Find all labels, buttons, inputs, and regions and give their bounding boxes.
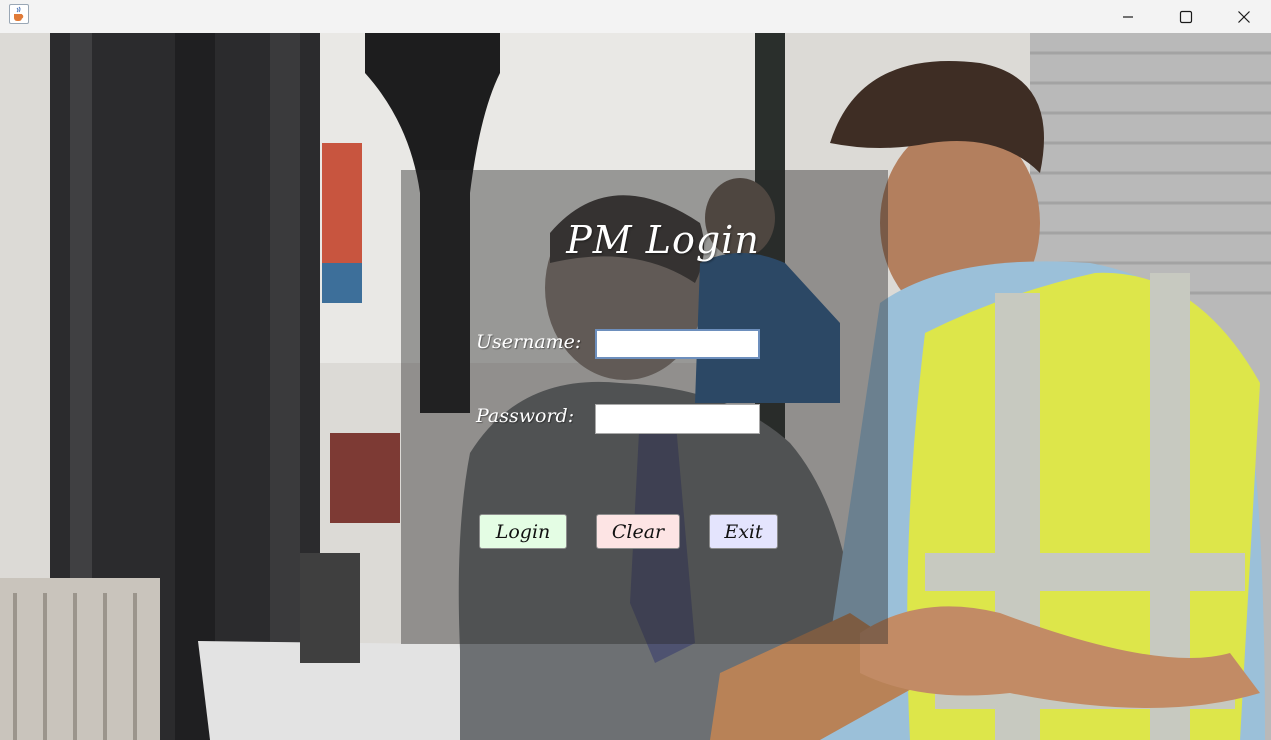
- maximize-button[interactable]: [1157, 0, 1215, 33]
- minimize-icon: [1123, 15, 1133, 18]
- password-field[interactable]: [595, 404, 760, 434]
- username-label: Username:: [476, 331, 582, 353]
- page-title: PM Login: [566, 218, 760, 262]
- username-field[interactable]: [595, 329, 760, 359]
- close-icon: [1238, 10, 1250, 23]
- minimize-button[interactable]: [1099, 0, 1157, 33]
- maximize-icon: [1179, 10, 1193, 23]
- password-label: Password:: [476, 405, 575, 427]
- login-window: PM Login Username: Password: Login Clear…: [0, 0, 1271, 740]
- clear-button[interactable]: Clear: [596, 514, 680, 549]
- login-panel: PM Login Username: Password: Login Clear…: [401, 170, 888, 644]
- close-button[interactable]: [1215, 0, 1271, 33]
- title-bar[interactable]: [0, 0, 1271, 34]
- login-button[interactable]: Login: [479, 514, 567, 549]
- exit-button[interactable]: Exit: [709, 514, 778, 549]
- java-cup-icon: [9, 4, 29, 24]
